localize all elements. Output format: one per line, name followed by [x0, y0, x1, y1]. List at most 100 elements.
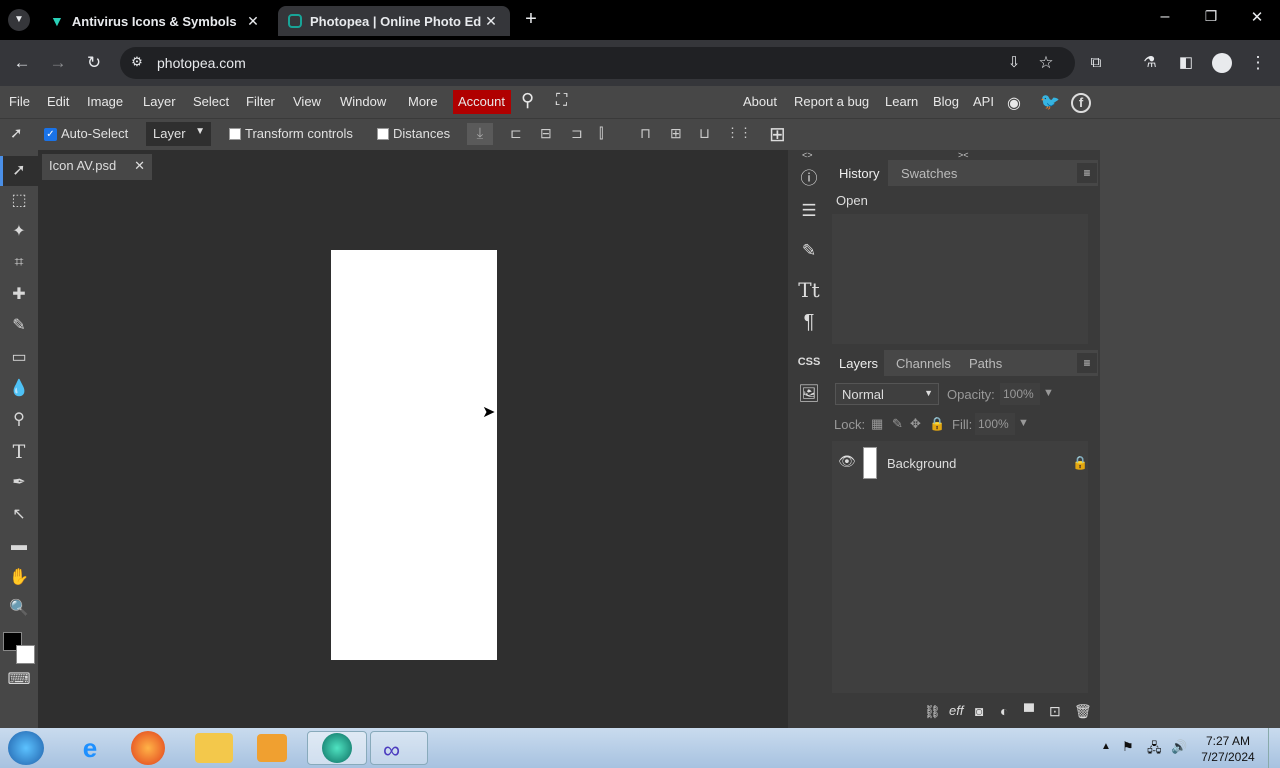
visibility-eye-icon[interactable]: 👁: [838, 453, 856, 470]
menu-learn[interactable]: Learn: [885, 94, 918, 109]
new-group-icon[interactable]: ▀: [1024, 703, 1034, 719]
back-icon[interactable]: ←: [11, 52, 33, 74]
download-align-icon[interactable]: ⤓: [467, 123, 493, 145]
align-bottom-icon[interactable]: ⊔: [699, 125, 710, 142]
opacity-input[interactable]: 100%: [1000, 383, 1040, 405]
delete-layer-icon[interactable]: 🗑: [1074, 703, 1092, 720]
start-button[interactable]: [8, 731, 44, 765]
menu-filter[interactable]: Filter: [246, 94, 275, 109]
history-tab-label[interactable]: History: [839, 166, 879, 181]
distribute-v-icon[interactable]: ⋮⋮: [726, 125, 752, 141]
lock-pixels-icon[interactable]: ✎: [892, 416, 903, 432]
align-left-icon[interactable]: ⊏: [510, 125, 522, 142]
adjustment-layer-icon[interactable]: ◐: [1000, 703, 1008, 719]
menu-select[interactable]: Select: [193, 94, 229, 109]
collapse-panels-icon[interactable]: ><: [958, 150, 969, 160]
menu-window[interactable]: Window: [340, 94, 386, 109]
rectangle-tool-icon[interactable]: ▬: [4, 532, 34, 560]
forward-icon[interactable]: →: [47, 52, 69, 74]
menu-layer[interactable]: Layer: [143, 94, 176, 109]
layers-tab-label[interactable]: Layers: [839, 356, 878, 371]
restore-button[interactable]: ❐: [1200, 8, 1222, 32]
account-label[interactable]: Account: [458, 94, 505, 109]
collapse-arrows-icon[interactable]: <>: [802, 150, 813, 160]
lock-all-icon[interactable]: 🔒: [929, 416, 945, 432]
brush-settings-icon[interactable]: ✎: [793, 236, 825, 266]
align-middle-v-icon[interactable]: ⊞: [670, 125, 682, 142]
media-player-icon[interactable]: [257, 734, 287, 762]
hand-tool-icon[interactable]: ✋: [4, 564, 34, 592]
auto-select-checkbox[interactable]: ✓: [44, 128, 57, 141]
channels-tab-label[interactable]: Channels: [896, 356, 951, 371]
brush-tool-icon[interactable]: ✎: [4, 312, 34, 340]
close-document-icon[interactable]: ✕: [134, 158, 145, 174]
distances-checkbox[interactable]: [377, 128, 389, 140]
zoom-tool-icon[interactable]: 🔍: [4, 595, 34, 623]
reload-icon[interactable]: ↻: [83, 52, 105, 74]
internet-explorer-icon[interactable]: e: [71, 731, 109, 765]
info-icon[interactable]: ⓘ: [793, 164, 825, 194]
action-center-flag-icon[interactable]: ⚑: [1122, 739, 1134, 755]
profile-avatar[interactable]: [1212, 53, 1232, 73]
dodge-tool-icon[interactable]: ⚲: [4, 406, 34, 434]
crop-tool-icon[interactable]: ⌗: [4, 249, 34, 277]
swatches-tab-label[interactable]: Swatches: [901, 166, 957, 181]
character-icon[interactable]: Tt: [793, 275, 825, 305]
history-entry[interactable]: Open: [836, 193, 868, 208]
move-tool-icon[interactable]: ➚: [10, 124, 23, 142]
paragraph-icon[interactable]: ¶: [793, 307, 825, 337]
browser-tab-antivirus[interactable]: ▼ Antivirus Icons & Symbols ✕: [40, 6, 272, 36]
menu-image[interactable]: Image: [87, 94, 123, 109]
close-tab-icon[interactable]: ✕: [482, 13, 500, 30]
marquee-tool-icon[interactable]: ⬚: [4, 187, 34, 215]
extensions-icon[interactable]: ⧉: [1085, 52, 1107, 74]
opacity-dropdown-icon[interactable]: ▼: [1043, 387, 1054, 399]
menu-blog[interactable]: Blog: [933, 94, 959, 109]
layer-name[interactable]: Background: [887, 456, 956, 471]
grid-icon[interactable]: ⊞: [769, 122, 786, 147]
menu-api[interactable]: API: [973, 94, 994, 109]
gradient-tool-icon[interactable]: ▭: [4, 344, 34, 372]
bookmark-star-icon[interactable]: ☆: [1035, 52, 1057, 74]
menu-file[interactable]: File: [9, 94, 30, 109]
lock-position-icon[interactable]: ✥: [910, 416, 921, 432]
tab-list-button[interactable]: ▼: [8, 9, 30, 31]
fullscreen-icon[interactable]: ⛶: [556, 92, 567, 110]
transform-controls-checkbox[interactable]: [229, 128, 241, 140]
install-app-icon[interactable]: ⇩: [1003, 52, 1025, 74]
history-panel-menu-icon[interactable]: ≡: [1077, 163, 1097, 183]
reddit-icon[interactable]: ◉: [1007, 93, 1021, 113]
firefox-icon[interactable]: [131, 731, 165, 765]
minimize-button[interactable]: –: [1154, 8, 1176, 32]
site-info-icon[interactable]: ⚙: [128, 54, 146, 72]
new-layer-icon[interactable]: ⊡: [1049, 703, 1061, 720]
browser-tab-photopea[interactable]: Photopea | Online Photo Editor ✕: [278, 6, 510, 36]
layer-effects-icon[interactable]: eff: [949, 703, 963, 718]
layer-dropdown[interactable]: Layer ▼: [146, 122, 211, 146]
document-tab[interactable]: Icon AV.psd ✕: [42, 154, 152, 180]
facebook-icon[interactable]: f: [1071, 93, 1091, 113]
path-select-tool-icon[interactable]: ↖: [4, 501, 34, 529]
show-desktop-button[interactable]: [1268, 728, 1280, 768]
show-hidden-icons[interactable]: ▲: [1101, 741, 1111, 752]
link-layers-icon[interactable]: ⛓: [924, 704, 941, 720]
menu-edit[interactable]: Edit: [47, 94, 69, 109]
magic-wand-tool-icon[interactable]: ✦: [4, 218, 34, 246]
keyboard-icon[interactable]: ⌨: [4, 666, 34, 694]
browser-menu-icon[interactable]: ⋮: [1247, 52, 1269, 74]
align-right-icon[interactable]: ⊐: [571, 125, 583, 142]
menu-view[interactable]: View: [293, 94, 321, 109]
move-tool-icon[interactable]: ➚: [4, 157, 34, 185]
document-canvas[interactable]: [331, 250, 497, 660]
layers-panel-menu-icon[interactable]: ≡: [1077, 353, 1097, 373]
close-tab-icon[interactable]: ✕: [244, 13, 262, 30]
healing-tool-icon[interactable]: ✚: [4, 281, 34, 309]
align-center-h-icon[interactable]: ⊟: [540, 125, 552, 142]
clock[interactable]: 7:27 AM 7/27/2024: [1196, 733, 1260, 765]
layer-mask-icon[interactable]: ◙: [975, 703, 983, 719]
network-icon[interactable]: 🖧: [1147, 739, 1162, 761]
type-tool-icon[interactable]: T: [4, 438, 34, 466]
search-icon[interactable]: ⚲: [521, 90, 534, 111]
paths-tab-label[interactable]: Paths: [969, 356, 1002, 371]
pen-tool-icon[interactable]: ✒: [4, 469, 34, 497]
